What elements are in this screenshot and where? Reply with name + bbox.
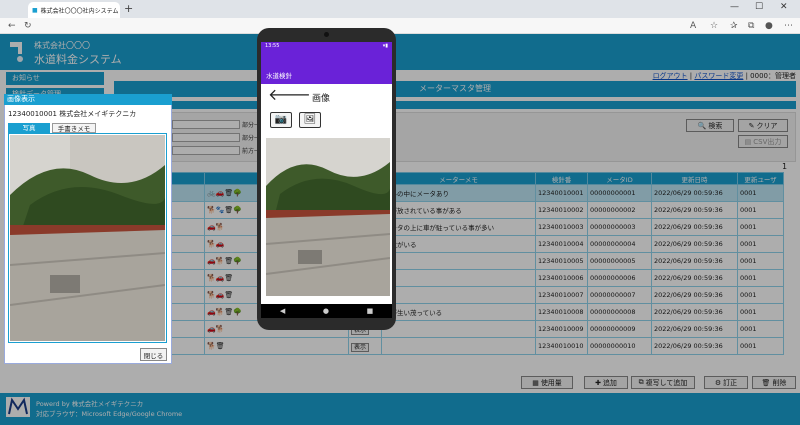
favorites-icon[interactable]: ✰ xyxy=(730,18,738,34)
favicon-icon: ■ xyxy=(32,6,38,14)
close-window-icon[interactable]: ✕ xyxy=(780,2,788,12)
phone-photo xyxy=(266,138,390,296)
phone-nav-home-icon[interactable]: ● xyxy=(323,307,329,315)
browser-tab-bar xyxy=(0,0,800,18)
maximize-icon[interactable]: ☐ xyxy=(755,2,763,12)
new-tab-button[interactable]: + xyxy=(124,2,133,15)
tab-handwritten-memo[interactable]: 手書きメモ xyxy=(52,123,96,133)
minimize-icon[interactable]: — xyxy=(730,2,739,12)
phone-camera-button-icon[interactable]: 📷 xyxy=(270,112,292,128)
more-icon[interactable]: ⋯ xyxy=(784,18,793,34)
phone-screen-title: 画像 xyxy=(312,94,331,104)
browser-tab-title: 株式会社〇〇〇社内システム / 水... xyxy=(40,7,120,15)
popup-close-button[interactable]: 閉じる xyxy=(140,348,167,361)
phone-nav-back-icon[interactable]: ◀ xyxy=(280,307,285,315)
browser-tab[interactable]: ■ 株式会社〇〇〇社内システム / 水... ✕ xyxy=(28,2,120,18)
read-aloud-icon[interactable]: A xyxy=(690,18,696,34)
phone-nav-recent-icon[interactable]: ■ xyxy=(367,307,374,315)
meter-location-photo xyxy=(10,135,165,341)
popup-customer: 12340010001 株式会社メイギテクニカ xyxy=(8,110,137,118)
back-icon[interactable]: ← xyxy=(8,18,16,34)
collections-icon[interactable]: ⧉ xyxy=(748,18,754,34)
phone-status-bar: 13:55 ▾▮ xyxy=(261,42,392,50)
phone-gallery-button-icon[interactable]: 🖼 xyxy=(299,112,321,128)
phone-camera-icon xyxy=(324,32,329,37)
phone-app-title: 水道検針 xyxy=(266,72,292,80)
reload-icon[interactable]: ↻ xyxy=(24,18,32,34)
popup-title: 画像表示 xyxy=(4,94,172,105)
phone-time: 13:55 xyxy=(265,43,280,49)
phone-back-icon[interactable]: 🡐 xyxy=(268,87,311,103)
favorite-icon[interactable]: ☆ xyxy=(710,18,718,34)
profile-icon[interactable]: ● xyxy=(765,18,773,34)
tab-photo[interactable]: 写真 xyxy=(8,123,50,133)
battery-icon: ▾▮ xyxy=(382,43,388,49)
phone-nav-bar: ◀ ● ■ xyxy=(261,304,392,318)
